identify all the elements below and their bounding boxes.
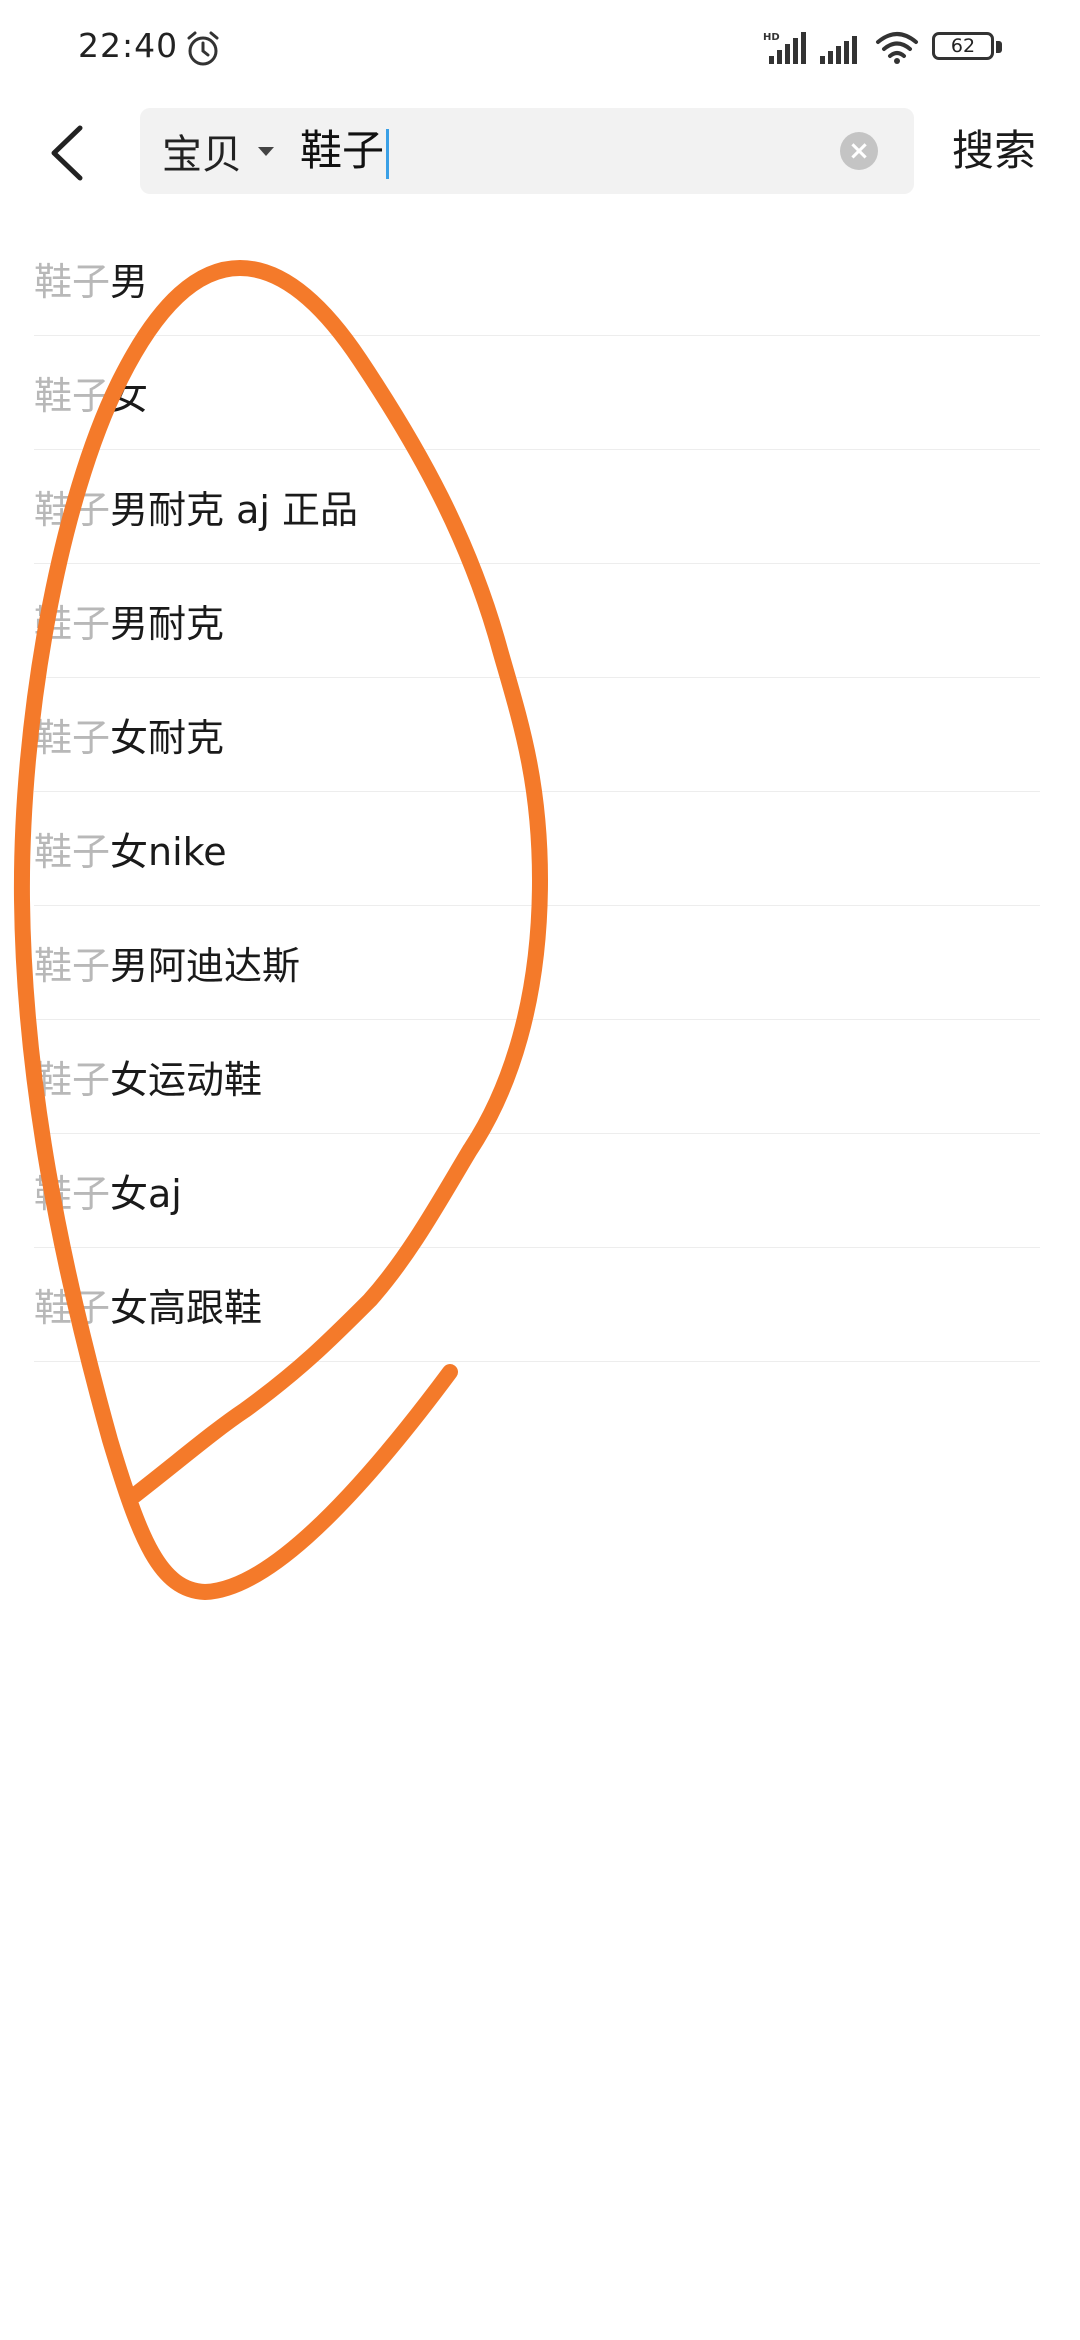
search-query: 鞋子 [300,126,385,175]
suggestion-list: 鞋子男鞋子女鞋子 男耐克 aj 正品 鞋子 男耐克 鞋子 女耐克 鞋子 女nike 鞋子 男阿迪达… [34,222,1040,1362]
suggestion-text: 男阿迪达斯 [110,944,301,988]
alarm-icon [187,31,219,66]
scope-label: 宝贝 [162,132,242,178]
suggestion-text: 女运动鞋 [110,1058,263,1102]
chevron-down-icon [258,146,274,156]
suggestion-item[interactable]: 鞋子 女高跟鞋 [34,1248,1040,1362]
suggestion-item[interactable]: 鞋子女 [34,336,1040,450]
suggestion-text: 男耐克 [110,602,225,646]
search-button[interactable]: 搜索 [952,116,1036,186]
suggestion-item[interactable]: 鞋子 女aj [34,1134,1040,1248]
back-arrow-icon[interactable] [40,118,100,188]
suggestion-prefix: 鞋子 [34,260,111,304]
svg-text:HD: HD [763,32,780,43]
battery-level: 62 [950,35,976,57]
suggestion-item[interactable]: 鞋子 男耐克 [34,564,1040,678]
suggestion-prefix: 鞋子 [34,1172,111,1216]
suggestion-prefix: 鞋子 [34,488,111,532]
suggestion-text: 女 [110,374,149,418]
suggestion-prefix: 鞋子 [34,602,111,646]
suggestion-text: 女高跟鞋 [110,1286,263,1330]
suggestion-text: 女nike [110,830,227,874]
suggestion-prefix: 鞋子 [34,1058,111,1102]
status-bar: 22:40 HD 62 [0,0,1080,100]
suggestion-text: 女耐克 [110,716,225,760]
clear-icon[interactable]: × [840,132,878,170]
suggestion-prefix: 鞋子 [34,1286,111,1330]
suggestion-item[interactable]: 鞋子 女运动鞋 [34,1020,1040,1134]
search-header: 宝贝 鞋子 × 搜索 [0,100,1080,210]
suggestion-item[interactable]: 鞋子 男阿迪达斯 [34,906,1040,1020]
signal-hd-icon: HD [763,32,806,64]
suggestion-item[interactable]: 鞋子男 [34,222,1040,336]
suggestion-text: 女aj [110,1172,182,1216]
suggestion-prefix: 鞋子 [34,716,111,760]
screen: 22:40 HD 62 宝贝 鞋子 × 搜索 鞋子 男 鞋子 女 鞋子 男耐克 … [0,0,1080,2340]
search-input[interactable]: 鞋子 [300,108,390,194]
suggestion-text: 男耐克 aj 正品 [110,488,359,532]
text-cursor [386,128,390,179]
signal-icon [820,36,857,64]
suggestion-prefix: 鞋子 [34,374,111,418]
suggestion-item[interactable]: 鞋子 女耐克 [34,678,1040,792]
scope-dropdown[interactable]: 宝贝 [162,108,274,194]
wifi-icon [876,32,918,64]
battery-icon: 62 [932,32,1004,64]
suggestion-prefix: 鞋子 [34,944,111,988]
suggestion-text: 男 [110,260,149,304]
status-time: 22:40 [78,26,179,65]
suggestion-item[interactable]: 鞋子 男耐克 aj 正品 [34,450,1040,564]
suggestion-prefix: 鞋子 [34,830,111,874]
suggestion-item[interactable]: 鞋子 女nike [34,792,1040,906]
search-box[interactable]: 宝贝 鞋子 × [140,108,914,194]
